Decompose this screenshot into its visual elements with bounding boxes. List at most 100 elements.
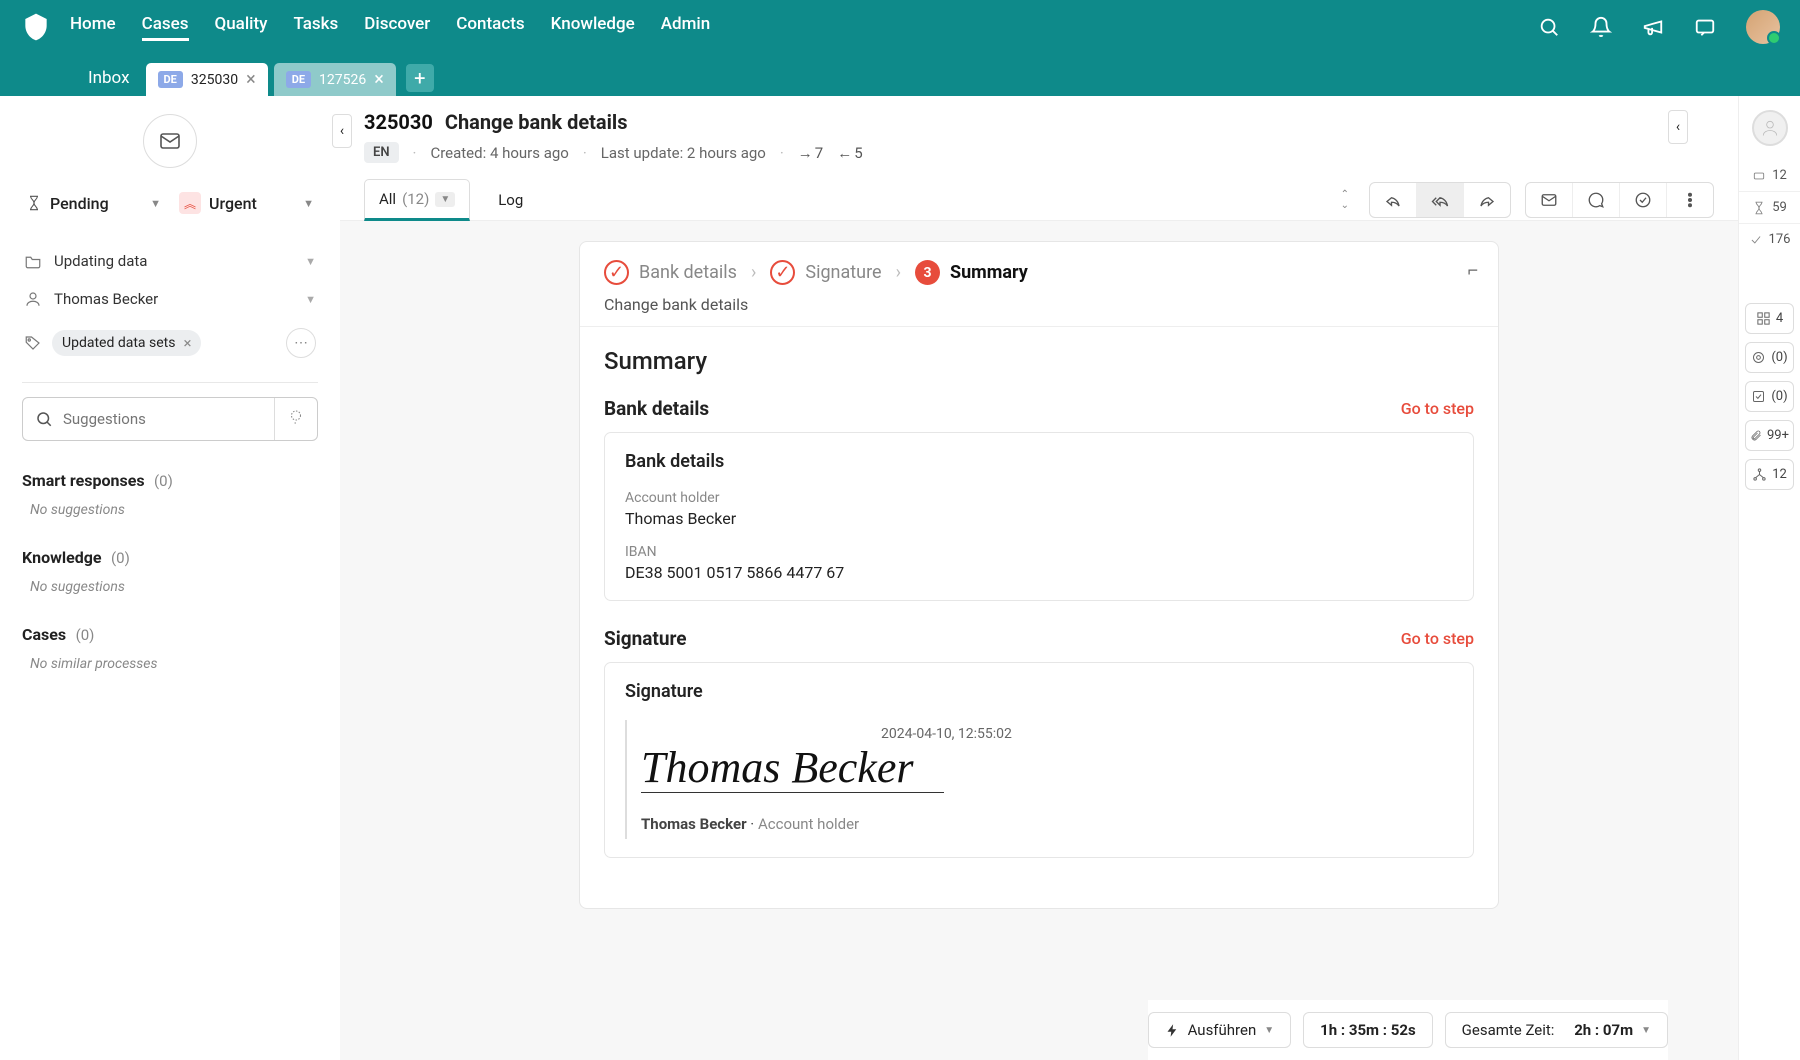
assignee-avatar[interactable]	[1752, 110, 1788, 146]
check-icon	[1749, 233, 1763, 247]
add-tab-button[interactable]: +	[406, 64, 434, 92]
created-time: Created: 4 hours ago	[430, 144, 568, 162]
signature-timestamp: 2024-04-10, 12:55:02	[881, 726, 1453, 742]
inbound-count: ←5	[837, 144, 862, 162]
status-dropdown[interactable]: Pending ▼	[22, 186, 165, 220]
popout-icon[interactable]: ⌐	[1467, 260, 1478, 281]
wizard-step-3[interactable]: 3 Summary	[915, 260, 1028, 285]
nav-tasks[interactable]: Tasks	[293, 14, 338, 41]
inbox-tab[interactable]: Inbox	[72, 60, 146, 96]
rail-tasks-button[interactable]: (0)	[1745, 381, 1794, 412]
ticket-icon	[1752, 169, 1766, 183]
chat-icon[interactable]	[1694, 16, 1716, 38]
divider	[22, 382, 318, 383]
account-holder-value: Thomas Becker	[625, 509, 1453, 528]
case-tab-127526[interactable]: DE127526×	[274, 63, 396, 96]
goto-step-link[interactable]: Go to step	[1401, 629, 1474, 648]
rail-attachments-button[interactable]: 99+	[1745, 420, 1794, 451]
right-rail: 12 59 176 4 (0) (0) 99+ 12	[1738, 96, 1800, 1060]
close-icon[interactable]: ×	[374, 69, 384, 90]
signature-section-title: Signature	[604, 627, 687, 650]
priority-dropdown[interactable]: ︽ Urgent ▼	[175, 186, 318, 220]
paperclip-icon	[1750, 428, 1762, 443]
wizard-step-1[interactable]: ✓ Bank details	[604, 260, 737, 285]
goto-step-link[interactable]: Go to step	[1401, 399, 1474, 418]
nav-knowledge[interactable]: Knowledge	[551, 14, 635, 41]
lightbulb-icon[interactable]	[274, 398, 317, 440]
close-icon[interactable]: ×	[246, 69, 256, 90]
language-badge[interactable]: EN	[364, 142, 399, 163]
megaphone-icon[interactable]	[1642, 16, 1664, 38]
case-id: 325030	[364, 110, 433, 134]
suggestions-input[interactable]	[63, 410, 262, 428]
task-button[interactable]	[1620, 183, 1667, 217]
country-badge: DE	[158, 71, 183, 88]
chevron-down-icon: ▼	[150, 197, 161, 210]
bolt-icon	[1165, 1023, 1180, 1038]
section-title: Cases	[22, 625, 66, 644]
timer-display[interactable]: 1h : 35m : 52s	[1303, 1012, 1433, 1048]
tab-all[interactable]: All (12) ▼	[364, 179, 470, 221]
channel-email-icon	[143, 114, 197, 168]
tab-case-id: 325030	[191, 72, 238, 88]
category-dropdown[interactable]: Updating data ▼	[22, 242, 318, 280]
reply-all-button[interactable]	[1417, 183, 1464, 217]
contact-dropdown[interactable]: Thomas Becker ▼	[22, 280, 318, 318]
rail-widgets-button[interactable]: 4	[1745, 303, 1794, 334]
hourglass-icon	[1752, 201, 1766, 215]
target-icon	[1751, 350, 1766, 365]
collapse-left-button[interactable]: ‹	[332, 114, 352, 148]
process-subtitle: Change bank details	[604, 295, 1474, 314]
tab-count: (12)	[402, 190, 429, 208]
case-tab-325030[interactable]: DE 325030 ×	[146, 63, 268, 96]
step-number: 3	[915, 260, 940, 285]
bank-section-title: Bank details	[604, 397, 709, 420]
nav-cases[interactable]: Cases	[142, 14, 189, 41]
tag-more-button[interactable]: ⋯	[286, 328, 316, 358]
chevron-right-icon: ›	[896, 262, 901, 283]
wizard-step-2[interactable]: ✓ Signature	[770, 260, 881, 285]
rail-stat-2[interactable]: 59	[1739, 192, 1800, 224]
footer-bar: Ausführen ▼ 1h : 35m : 52s Gesamte Zeit:…	[1148, 1000, 1668, 1060]
rail-relations-button[interactable]: 12	[1745, 459, 1794, 490]
card-title: Signature	[625, 681, 1453, 702]
rail-stat-3[interactable]: 176	[1739, 224, 1800, 255]
updated-time: Last update: 2 hours ago	[601, 144, 766, 162]
bell-icon[interactable]	[1590, 16, 1612, 38]
section-title: Knowledge	[22, 548, 102, 567]
nav-quality[interactable]: Quality	[215, 14, 268, 41]
user-avatar[interactable]	[1746, 10, 1780, 44]
execute-button[interactable]: Ausführen ▼	[1148, 1012, 1292, 1048]
summary-heading: Summary	[604, 347, 1474, 375]
check-icon: ✓	[770, 260, 795, 285]
chevron-down-icon: ▼	[305, 293, 316, 306]
nav-discover[interactable]: Discover	[364, 14, 430, 41]
rail-stat-1[interactable]: 12	[1739, 160, 1800, 192]
signature-card: Signature 2024-04-10, 12:55:02 Thomas Be…	[604, 662, 1474, 858]
reply-button[interactable]	[1370, 183, 1417, 217]
app-logo-icon	[20, 11, 52, 43]
toolbar: All (12) ▼ Log ⌃⌄	[340, 171, 1738, 221]
rail-goals-button[interactable]: (0)	[1745, 342, 1794, 373]
section-count: (0)	[154, 472, 173, 490]
nav-home[interactable]: Home	[70, 14, 116, 41]
process-card: ⌐ ✓ Bank details › ✓ Signature ›	[579, 241, 1499, 909]
signature-meta: Thomas Becker · Account holder	[641, 815, 1453, 833]
search-icon[interactable]	[1538, 16, 1560, 38]
nav-admin[interactable]: Admin	[661, 14, 710, 41]
collapse-right-button[interactable]: ‹	[1668, 110, 1688, 144]
tag-remove-icon[interactable]: ×	[183, 334, 191, 352]
more-menu-button[interactable]	[1667, 183, 1713, 217]
sort-button[interactable]: ⌃⌄	[1335, 189, 1355, 211]
email-button[interactable]	[1526, 183, 1573, 217]
note-button[interactable]	[1573, 183, 1620, 217]
tag-chip[interactable]: Updated data sets ×	[52, 330, 201, 356]
suggestions-search	[22, 397, 318, 441]
forward-button[interactable]	[1464, 183, 1510, 217]
status-label: Pending	[50, 194, 109, 213]
chevron-down-icon: ▼	[1264, 1025, 1274, 1036]
total-time-display[interactable]: Gesamte Zeit: 2h : 07m ▼	[1445, 1012, 1668, 1048]
left-panel: ‹ Pending ▼ ︽ Urgent ▼ Updating data ▼ T…	[0, 96, 340, 1060]
tab-log[interactable]: Log	[484, 181, 537, 219]
nav-contacts[interactable]: Contacts	[456, 14, 524, 41]
